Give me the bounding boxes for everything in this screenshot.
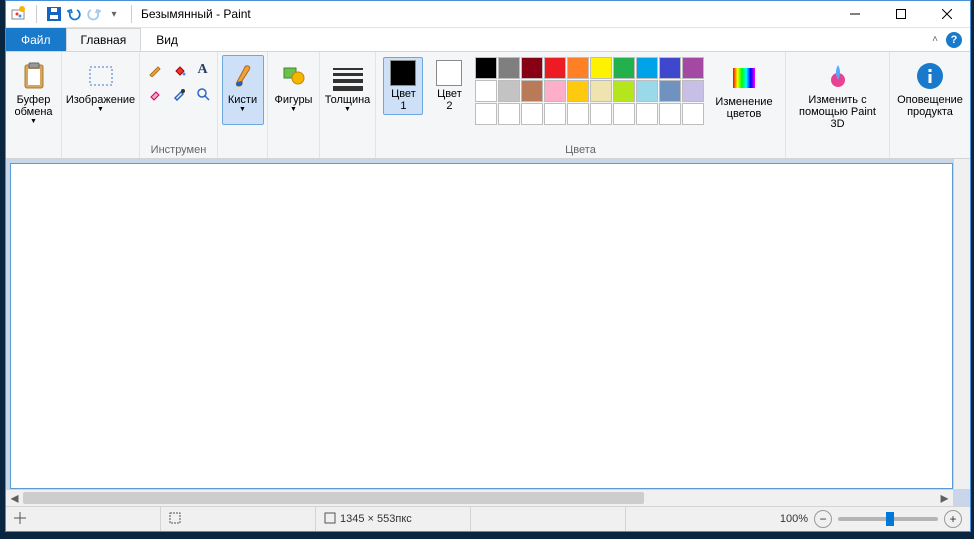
- palette-swatch[interactable]: [590, 57, 612, 79]
- clipboard-group-label: [9, 154, 58, 158]
- palette-swatch[interactable]: [544, 57, 566, 79]
- ribbon-tabs: Файл Главная Вид ˄ ?: [6, 28, 970, 52]
- scroll-right-arrow[interactable]: ▸: [936, 490, 953, 507]
- palette-swatch[interactable]: [498, 80, 520, 102]
- workspace: ◂ ▸: [6, 159, 970, 506]
- undo-icon[interactable]: [66, 6, 82, 22]
- ribbon: Буфер обмена▼ Изображение▼ A: [6, 52, 970, 159]
- maximize-button[interactable]: [878, 1, 924, 27]
- clipboard-label: Буфер обмена▼: [14, 94, 52, 125]
- palette-swatch[interactable]: [521, 103, 543, 125]
- paint-window: ▾ Безымянный - Paint Файл Главная Вид ˄ …: [5, 0, 971, 532]
- canvas-dimensions: 1345 × 553пкс: [340, 513, 412, 525]
- cursor-position-icon: [14, 512, 26, 527]
- palette-swatch[interactable]: [682, 103, 704, 125]
- palette-swatch[interactable]: [659, 57, 681, 79]
- app-icon: [11, 6, 27, 22]
- collapse-ribbon-icon[interactable]: ˄: [932, 34, 938, 45]
- product-alert-label: Оповещение продукта: [897, 94, 963, 120]
- close-button[interactable]: [924, 1, 970, 27]
- statusbar: 1345 × 553пкс 100% − +: [6, 506, 970, 531]
- color1-button[interactable]: Цвет 1: [383, 57, 423, 115]
- palette-swatch[interactable]: [475, 57, 497, 79]
- palette-swatch[interactable]: [498, 57, 520, 79]
- zoom-handle[interactable]: [886, 512, 894, 526]
- titlebar: ▾ Безымянный - Paint: [6, 1, 970, 28]
- palette-swatch[interactable]: [498, 103, 520, 125]
- tab-view[interactable]: Вид: [141, 28, 193, 51]
- tools-grid: A: [140, 55, 218, 109]
- zoom-in-button[interactable]: +: [944, 510, 962, 528]
- size-label: Толщина▼: [325, 94, 371, 120]
- help-icon[interactable]: ?: [946, 32, 962, 48]
- shapes-button[interactable]: Фигуры▼: [270, 55, 318, 125]
- fill-tool[interactable]: [168, 59, 190, 81]
- canvas[interactable]: [11, 164, 952, 488]
- selection-size-icon: [169, 512, 181, 527]
- palette-swatch[interactable]: [521, 57, 543, 79]
- vertical-scrollbar[interactable]: [953, 159, 970, 489]
- image-label: Изображение▼: [66, 94, 135, 120]
- scroll-left-arrow[interactable]: ◂: [6, 490, 23, 507]
- brushes-button[interactable]: Кисти▼: [222, 55, 264, 125]
- palette-swatch[interactable]: [659, 103, 681, 125]
- picker-tool[interactable]: [168, 83, 190, 105]
- paint3d-button[interactable]: Изменить с помощью Paint 3D: [789, 55, 886, 135]
- magnifier-tool[interactable]: [192, 83, 214, 105]
- hscroll-thumb[interactable]: [23, 492, 644, 504]
- tools-group-label: Инструмен: [143, 142, 214, 158]
- palette-swatch[interactable]: [475, 80, 497, 102]
- horizontal-scrollbar[interactable]: ◂ ▸: [6, 489, 953, 506]
- edit-colors-button[interactable]: Изменение цветов: [710, 57, 777, 127]
- redo-icon[interactable]: [86, 6, 102, 22]
- image-group-label: [65, 154, 136, 158]
- palette-swatch[interactable]: [636, 103, 658, 125]
- size-button[interactable]: Толщина▼: [320, 55, 376, 125]
- palette-swatch[interactable]: [567, 57, 589, 79]
- palette-swatch[interactable]: [590, 103, 612, 125]
- tab-file[interactable]: Файл: [6, 28, 66, 51]
- shapes-label: Фигуры▼: [275, 94, 313, 120]
- edit-colors-label: Изменение цветов: [715, 96, 772, 122]
- product-alert-button[interactable]: Оповещение продукта: [892, 55, 968, 125]
- palette-swatch[interactable]: [567, 103, 589, 125]
- eraser-tool[interactable]: [144, 83, 166, 105]
- save-icon[interactable]: [46, 6, 62, 22]
- palette-swatch[interactable]: [613, 57, 635, 79]
- color1-label: Цвет 1: [391, 88, 416, 112]
- image-button[interactable]: Изображение▼: [61, 55, 140, 125]
- color2-label: Цвет 2: [437, 88, 462, 112]
- thickness-icon: [333, 62, 363, 91]
- minimize-button[interactable]: [832, 1, 878, 27]
- tab-home[interactable]: Главная: [66, 28, 142, 51]
- palette-swatch[interactable]: [613, 80, 635, 102]
- palette-swatch[interactable]: [544, 80, 566, 102]
- palette-swatch[interactable]: [475, 103, 497, 125]
- palette-swatch[interactable]: [636, 57, 658, 79]
- palette-swatch[interactable]: [659, 80, 681, 102]
- palette-swatch[interactable]: [682, 80, 704, 102]
- pencil-tool[interactable]: [144, 59, 166, 81]
- window-title: Безымянный - Paint: [137, 7, 832, 21]
- zoom-slider[interactable]: [838, 517, 938, 521]
- palette-swatch[interactable]: [613, 103, 635, 125]
- text-tool[interactable]: A: [192, 59, 214, 81]
- palette-swatch[interactable]: [521, 80, 543, 102]
- brushes-label: Кисти▼: [228, 94, 257, 120]
- palette-swatch[interactable]: [636, 80, 658, 102]
- qat-dropdown[interactable]: ▾: [106, 6, 122, 22]
- color-palette: [475, 57, 704, 125]
- colors-group-label: Цвета: [379, 142, 782, 158]
- color2-button[interactable]: Цвет 2: [429, 57, 469, 115]
- palette-swatch[interactable]: [544, 103, 566, 125]
- palette-swatch[interactable]: [682, 57, 704, 79]
- clipboard-button[interactable]: Буфер обмена▼: [9, 55, 57, 130]
- palette-swatch[interactable]: [567, 80, 589, 102]
- palette-swatch[interactable]: [590, 80, 612, 102]
- zoom-out-button[interactable]: −: [814, 510, 832, 528]
- zoom-level: 100%: [780, 513, 808, 525]
- canvas-size-icon: [324, 512, 336, 527]
- paint3d-label: Изменить с помощью Paint 3D: [794, 94, 881, 130]
